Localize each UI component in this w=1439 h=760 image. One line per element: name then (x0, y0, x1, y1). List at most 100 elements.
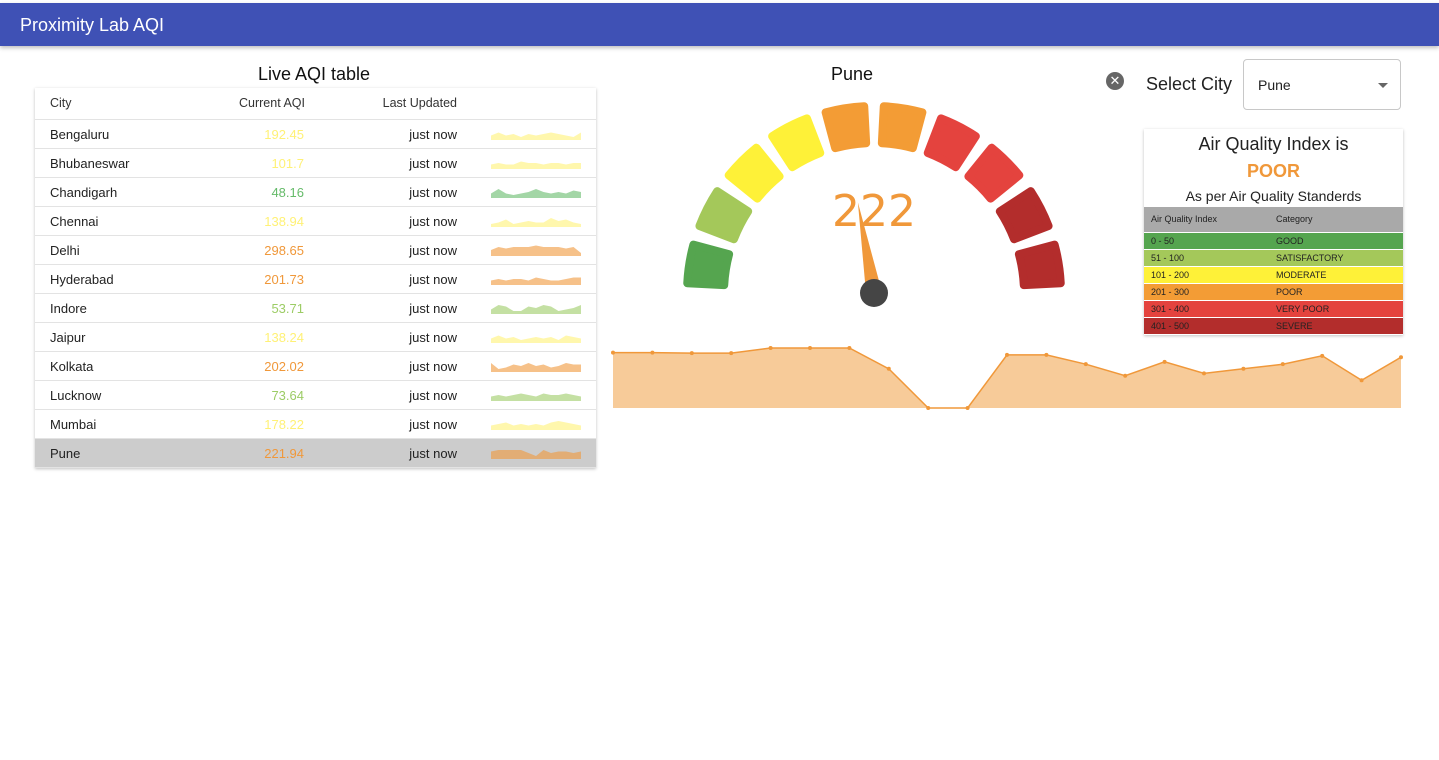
selected-city-title: Pune (831, 64, 874, 84)
row-aqi: 138.24 (264, 330, 304, 345)
live-aqi-table: City Current AQI Last Updated Bengaluru 1… (35, 88, 596, 468)
aqi-gauge: 222 (683, 102, 1065, 307)
row-city: Mumbai (50, 417, 97, 432)
table-row[interactable]: Bengaluru 192.45 just now (35, 120, 596, 149)
sparkline-area (491, 421, 581, 430)
city-select[interactable]: Pune (1243, 59, 1401, 110)
data-point (847, 346, 852, 350)
data-point (689, 351, 694, 356)
data-point (1320, 353, 1325, 358)
legend-row: 201 - 300 POOR (1144, 284, 1403, 301)
data-point (1044, 352, 1049, 357)
aqi-history-area-chart (611, 346, 1403, 410)
row-city: Lucknow (50, 388, 102, 403)
row-sparkline (491, 277, 581, 285)
legend-range: 301 - 400 (1151, 304, 1190, 314)
row-aqi: 221.94 (264, 446, 304, 461)
gauge-hub (860, 279, 888, 307)
row-aqi: 101.7 (271, 156, 304, 171)
table-row[interactable]: Hyderabad 201.73 just now (35, 265, 596, 294)
data-point (965, 406, 970, 410)
sparkline-area (491, 393, 581, 401)
row-city: Chandigarh (50, 185, 118, 200)
row-aqi: 138.94 (264, 214, 304, 229)
legend-header-category: Category (1276, 214, 1313, 224)
row-sparkline (491, 245, 581, 256)
data-point (611, 350, 615, 355)
row-sparkline (491, 450, 581, 459)
table-row[interactable]: Mumbai 178.22 just now (35, 410, 596, 439)
gauge-value: 222 (832, 186, 916, 237)
row-last-updated: just now (409, 156, 457, 171)
aqi-status: POOR (1246, 161, 1300, 181)
sparkline-area (491, 450, 581, 459)
gauge-segment (768, 114, 825, 172)
row-sparkline (491, 305, 581, 314)
table-row[interactable]: Chennai 138.94 just now (35, 207, 596, 236)
legend-range: 201 - 300 (1151, 287, 1190, 297)
row-last-updated: just now (409, 127, 457, 142)
table-title: Live AQI table (258, 64, 371, 84)
table-row[interactable]: Jaipur 138.24 just now (35, 323, 596, 352)
row-last-updated: just now (409, 417, 457, 432)
table-row[interactable]: Indore 53.71 just now (35, 294, 596, 323)
table-row[interactable]: Bhubaneswar 101.7 just now (35, 149, 596, 178)
legend-range: 401 - 500 (1151, 321, 1190, 331)
row-city: Chennai (50, 214, 99, 229)
data-point (926, 406, 931, 410)
row-city: Bhubaneswar (50, 156, 130, 171)
sparkline-area (491, 305, 581, 314)
row-last-updated: just now (409, 243, 457, 258)
close-circle-icon[interactable]: ✕ (1106, 72, 1124, 90)
legend-category: SATISFACTORY (1276, 253, 1344, 263)
row-aqi: 53.71 (271, 301, 304, 316)
gauge-segment (964, 143, 1024, 203)
app-bar: Proximity Lab AQI (0, 3, 1439, 46)
column-header-aqi[interactable]: Current AQI (239, 96, 305, 110)
row-last-updated: just now (409, 330, 457, 345)
data-point (729, 351, 734, 356)
sparkline-area (491, 189, 581, 198)
gauge-segment (923, 114, 980, 172)
aqi-card-title: Air Quality Index is (1198, 134, 1349, 154)
legend-category: SEVERE (1276, 321, 1313, 331)
data-point (1123, 373, 1128, 378)
gauge-segment (877, 102, 927, 153)
data-point (1083, 362, 1088, 367)
legend-category: GOOD (1276, 236, 1304, 246)
sparkline-area (491, 161, 581, 169)
legend-category: MODERATE (1276, 270, 1327, 280)
sparkline-area (491, 363, 581, 372)
table-row[interactable]: Lucknow 73.64 just now (35, 381, 596, 410)
row-aqi: 178.22 (264, 417, 304, 432)
row-city: Jaipur (50, 330, 86, 345)
data-point (1399, 355, 1403, 360)
table-row[interactable]: Pune 221.94 just now (35, 439, 596, 468)
legend-range: 51 - 100 (1151, 253, 1185, 263)
app-title: Proximity Lab AQI (20, 15, 165, 35)
row-last-updated: just now (409, 301, 457, 316)
row-last-updated: just now (409, 388, 457, 403)
table-row[interactable]: Chandigarh 48.16 just now (35, 178, 596, 207)
table-row[interactable]: Kolkata 202.02 just now (35, 352, 596, 381)
row-aqi: 192.45 (264, 127, 304, 142)
column-header-updated[interactable]: Last Updated (383, 96, 457, 110)
data-point (1280, 362, 1285, 367)
data-point (1005, 352, 1009, 357)
aqi-card-subtitle: As per Air Quality Standerds (1185, 188, 1362, 204)
row-sparkline (491, 421, 581, 430)
row-sparkline (491, 393, 581, 401)
column-header-city[interactable]: City (50, 96, 72, 110)
city-select-value: Pune (1258, 77, 1291, 93)
sparkline-area (491, 277, 581, 285)
row-aqi: 48.16 (271, 185, 304, 200)
data-point (1202, 371, 1206, 376)
row-last-updated: just now (409, 446, 457, 461)
row-city: Hyderabad (50, 272, 114, 287)
row-sparkline (491, 363, 581, 372)
data-point (1241, 366, 1246, 371)
table-row[interactable]: Delhi 298.65 just now (35, 236, 596, 265)
aqi-status-card: Air Quality Index is POOR As per Air Qua… (1144, 129, 1403, 335)
legend-header-range: Air Quality Index (1151, 214, 1218, 224)
row-sparkline (491, 132, 581, 140)
